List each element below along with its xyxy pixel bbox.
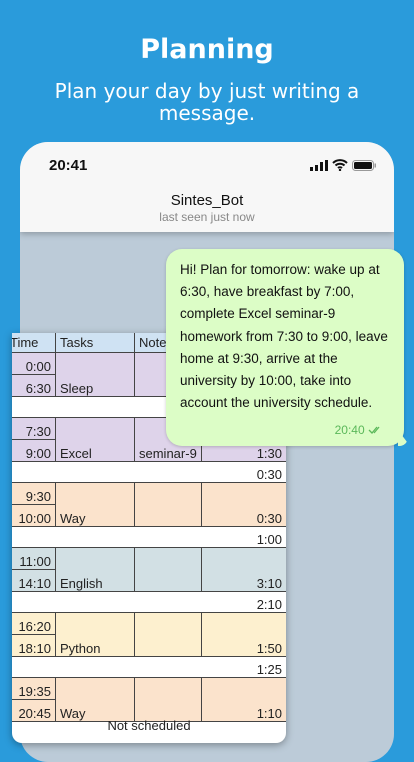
page-subtitle: Plan your day by just writing a message.: [54, 79, 360, 125]
battery-icon: [352, 159, 376, 171]
end-time: 18:10: [12, 635, 56, 657]
table-row: 1:25: [12, 657, 286, 678]
table-row: 11:00 14:10 English 3:10: [12, 548, 286, 592]
task-name: Excel: [56, 418, 135, 462]
task-name: Way: [56, 678, 135, 722]
end-time: 9:00: [12, 440, 56, 462]
task-name: Python: [56, 613, 135, 657]
bubble-tail: [398, 430, 410, 446]
start-time: 11:00: [12, 548, 56, 570]
message-text: Hi! Plan for tomorrow: wake up at 6:30, …: [180, 262, 388, 411]
status-time: 20:41: [49, 157, 88, 174]
signal-icon: [310, 159, 328, 171]
table-row: 16:20 18:10 Python 1:50: [12, 613, 286, 657]
task-duration: 1:50: [202, 613, 286, 657]
end-time: 6:30: [12, 375, 56, 397]
task-duration: 1:10: [202, 678, 286, 722]
page-title: Planning: [140, 34, 274, 65]
start-time: 16:20: [12, 613, 56, 635]
start-time: 0:00: [12, 353, 56, 375]
table-row: 2:10: [12, 592, 286, 613]
header-cell: Time: [12, 333, 56, 353]
message-bubble: Hi! Plan for tomorrow: wake up at 6:30, …: [166, 249, 404, 446]
task-duration: 3:10: [202, 548, 286, 592]
task-note: [135, 548, 202, 592]
task-name: Way: [56, 483, 135, 527]
double-check-icon: [368, 426, 380, 434]
table-row: 19:35 20:45 Way 1:10: [12, 678, 286, 722]
table-row: 1:00: [12, 527, 286, 548]
task-note: [135, 678, 202, 722]
not-scheduled-label: Not scheduled: [107, 718, 191, 733]
task-duration: 0:30: [202, 483, 286, 527]
table-row: 9:30 10:00 Way 0:30: [12, 483, 286, 527]
chat-header: 20:41 Sintes_Bot last seen just now: [20, 142, 394, 232]
gap-duration: 0:30: [12, 462, 286, 483]
task-note: [135, 483, 202, 527]
gap-duration: 1:00: [12, 527, 286, 548]
header-cell: Tasks: [56, 333, 135, 353]
wifi-icon: [332, 159, 348, 171]
table-row: 0:30: [12, 462, 286, 483]
start-time: 19:35: [12, 678, 56, 700]
task-name: English: [56, 548, 135, 592]
gap-duration: 1:25: [12, 657, 286, 678]
end-time: 14:10: [12, 570, 56, 592]
message-time: 20:40: [334, 422, 365, 437]
chat-name[interactable]: Sintes_Bot: [20, 192, 394, 209]
end-time: 10:00: [12, 505, 56, 527]
task-name: Sleep: [56, 353, 135, 397]
chat-status: last seen just now: [159, 210, 255, 224]
task-note: [135, 613, 202, 657]
start-time: 7:30: [12, 418, 56, 440]
gap-duration: 2:10: [12, 592, 286, 613]
start-time: 9:30: [12, 483, 56, 505]
